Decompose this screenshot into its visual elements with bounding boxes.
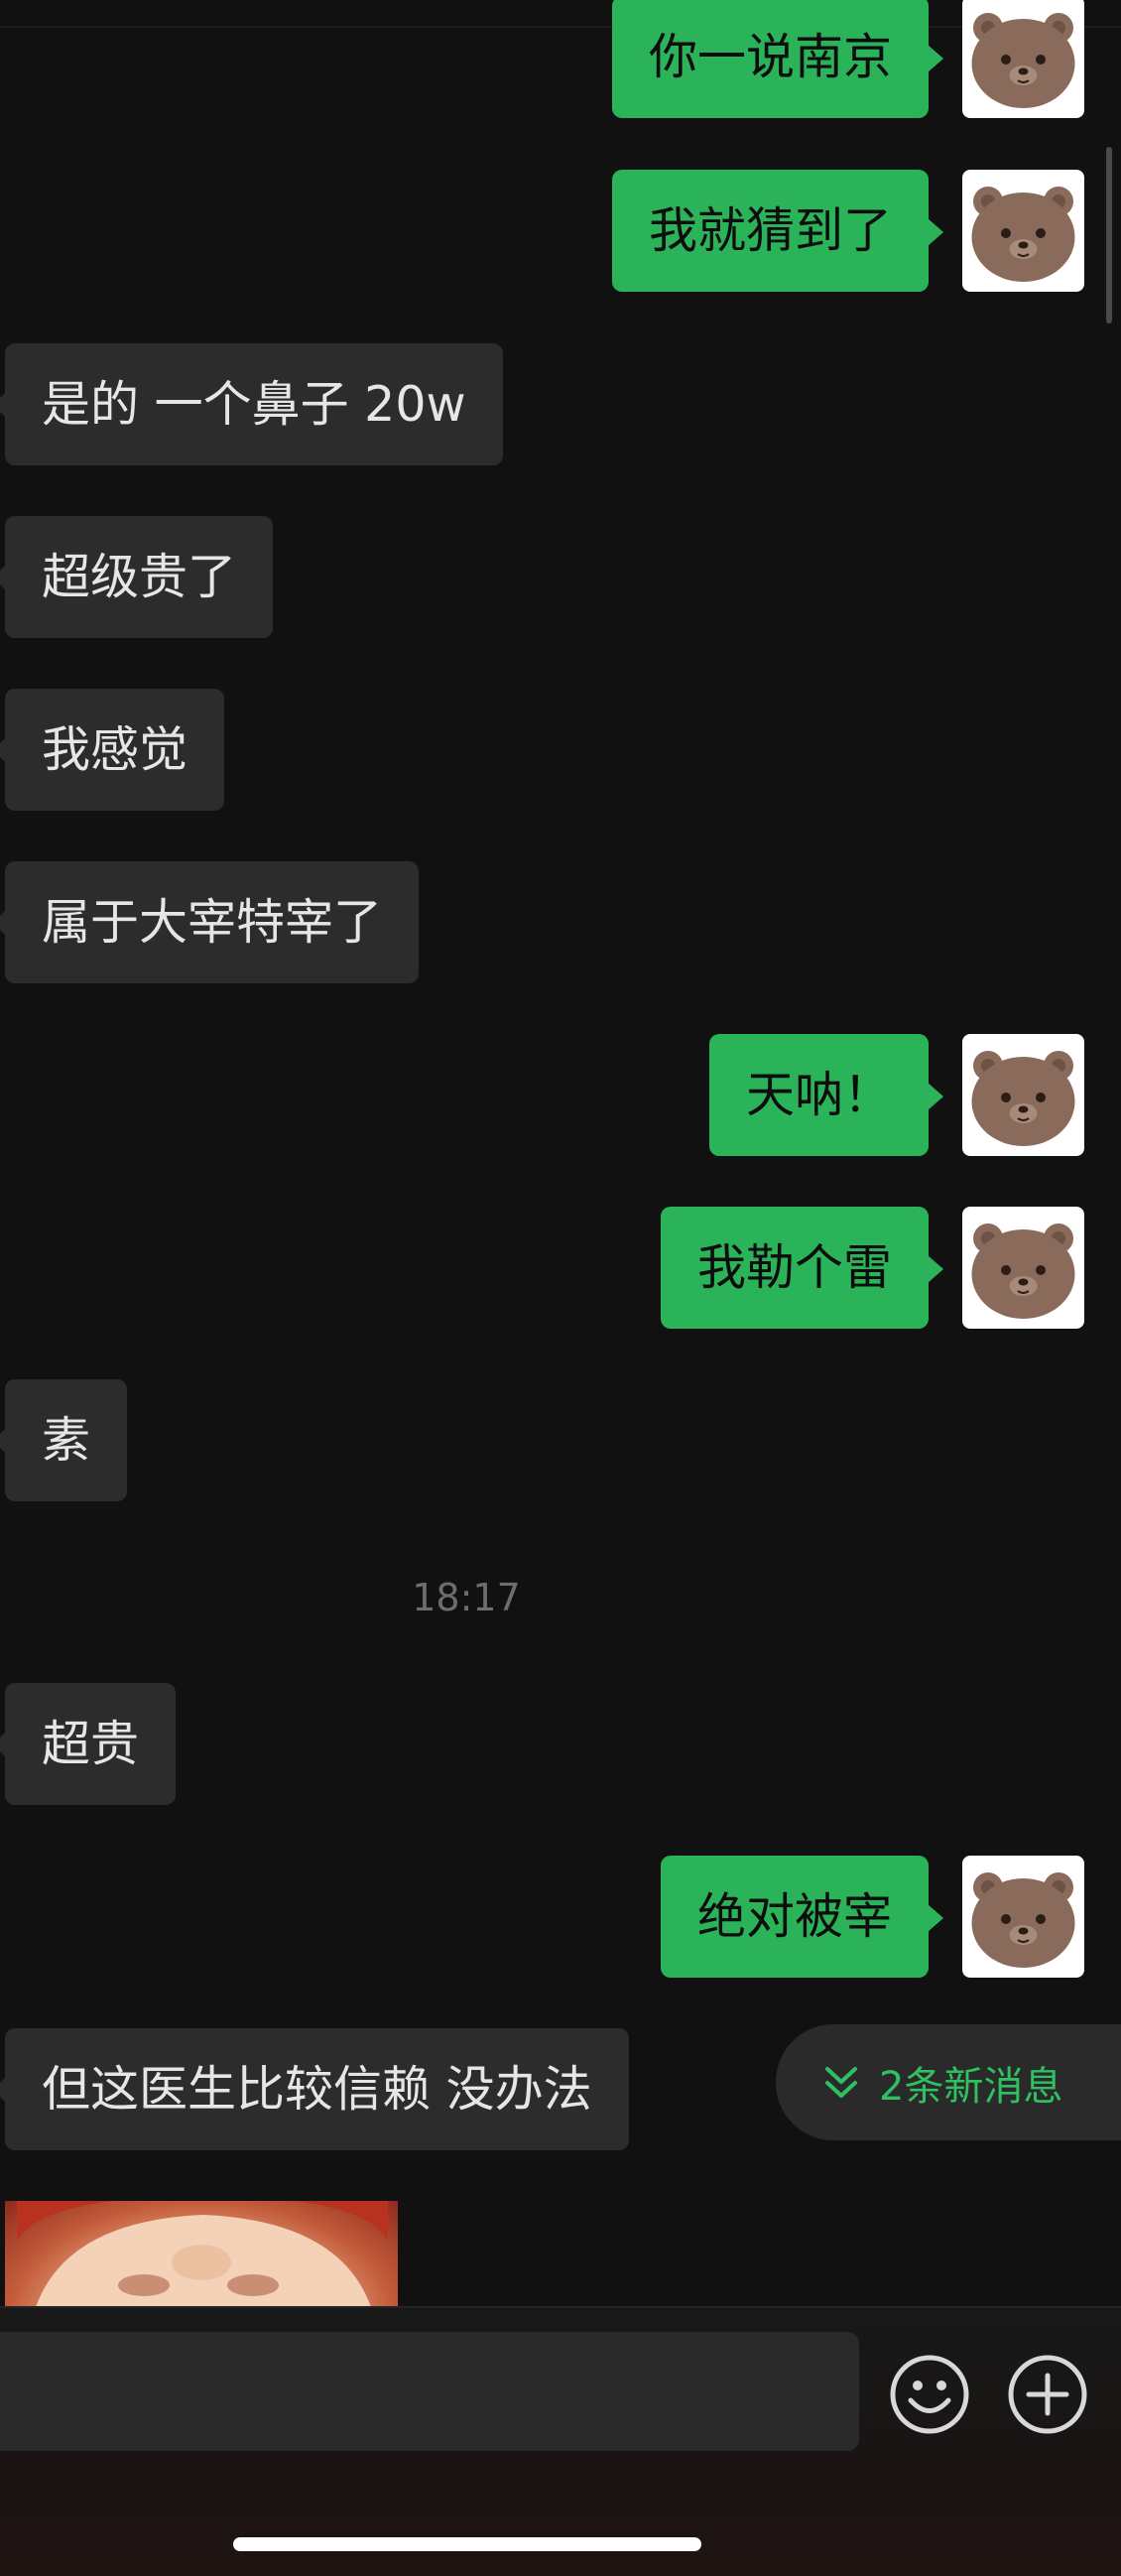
- new-messages-button[interactable]: 2条新消息: [776, 2024, 1121, 2140]
- bear-face-graphic: [971, 13, 1075, 108]
- more-button[interactable]: [1007, 2354, 1088, 2435]
- bear-face-graphic: [971, 1051, 1075, 1146]
- bear-face-graphic: [971, 187, 1075, 282]
- sticker-face-graphic: [17, 2201, 388, 2306]
- message-bubble-incoming[interactable]: 素: [0, 1379, 128, 1501]
- top-divider: [0, 26, 1121, 28]
- plus-circle-icon: [1008, 2355, 1087, 2434]
- message-bubble-incoming[interactable]: 是的 一个鼻子 20w: [0, 343, 503, 465]
- message-bubble-incoming[interactable]: 我感觉: [0, 689, 225, 811]
- message-bubble-incoming[interactable]: 超贵: [0, 1683, 177, 1805]
- message-bubble-outgoing[interactable]: 我勒个雷: [660, 1207, 944, 1329]
- bear-face-graphic: [971, 1872, 1075, 1968]
- message-bubble-incoming[interactable]: 但这医生比较信赖 没办法: [0, 2028, 629, 2150]
- bear-avatar-icon[interactable]: [962, 0, 1084, 118]
- bear-avatar-icon[interactable]: [962, 1034, 1084, 1156]
- message-bubble-incoming[interactable]: 属于大宰特宰了: [0, 861, 420, 983]
- message-bubble-outgoing[interactable]: 我就猜到了: [611, 170, 944, 292]
- bear-avatar-icon[interactable]: [962, 1856, 1084, 1978]
- home-indicator[interactable]: [233, 2537, 701, 2551]
- emoji-button[interactable]: [889, 2354, 970, 2435]
- double-chevron-down-icon: [825, 2066, 857, 2098]
- bear-avatar-icon[interactable]: [962, 170, 1084, 292]
- scrollbar[interactable]: [1106, 147, 1112, 323]
- input-bar: [0, 2306, 1121, 2576]
- smiley-icon: [890, 2355, 969, 2434]
- sticker-image[interactable]: [5, 2201, 398, 2306]
- message-bubble-outgoing[interactable]: 你一说南京: [611, 0, 944, 118]
- message-input[interactable]: [0, 2332, 859, 2451]
- message-bubble-outgoing[interactable]: 天呐！: [708, 1034, 944, 1156]
- message-bubble-outgoing[interactable]: 绝对被宰: [660, 1856, 944, 1978]
- message-timestamp: 18:17: [412, 1576, 521, 1619]
- message-bubble-incoming[interactable]: 超级贵了: [0, 516, 274, 638]
- new-messages-label: 2条新消息: [879, 2063, 1063, 2110]
- bear-face-graphic: [971, 1224, 1075, 1319]
- bear-avatar-icon[interactable]: [962, 1207, 1084, 1329]
